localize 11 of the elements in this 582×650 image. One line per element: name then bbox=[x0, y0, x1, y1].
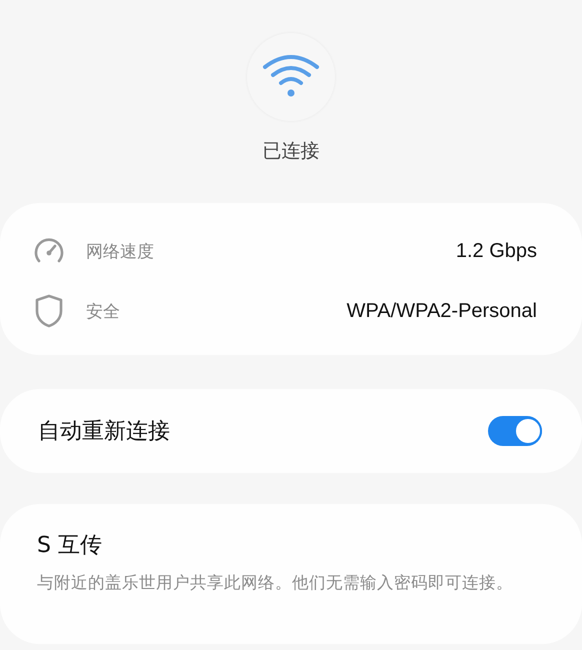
connection-status: 已连接 bbox=[262, 139, 320, 164]
detail-label: 安全 bbox=[86, 300, 121, 322]
detail-value: WPA/WPA2-Personal bbox=[346, 300, 537, 322]
speedometer-icon bbox=[33, 237, 65, 265]
share-description: 与附近的盖乐世用户共享此网络。他们无需输入密码即可连接。 bbox=[37, 572, 514, 594]
detail-value: 1.2 Gbps bbox=[456, 240, 537, 262]
detail-label: 网络速度 bbox=[86, 240, 155, 262]
auto-reconnect-label: 自动重新连接 bbox=[38, 418, 171, 446]
auto-reconnect-toggle[interactable] bbox=[488, 416, 542, 446]
shield-icon bbox=[34, 294, 64, 328]
share-title: S 互传 bbox=[37, 532, 103, 560]
